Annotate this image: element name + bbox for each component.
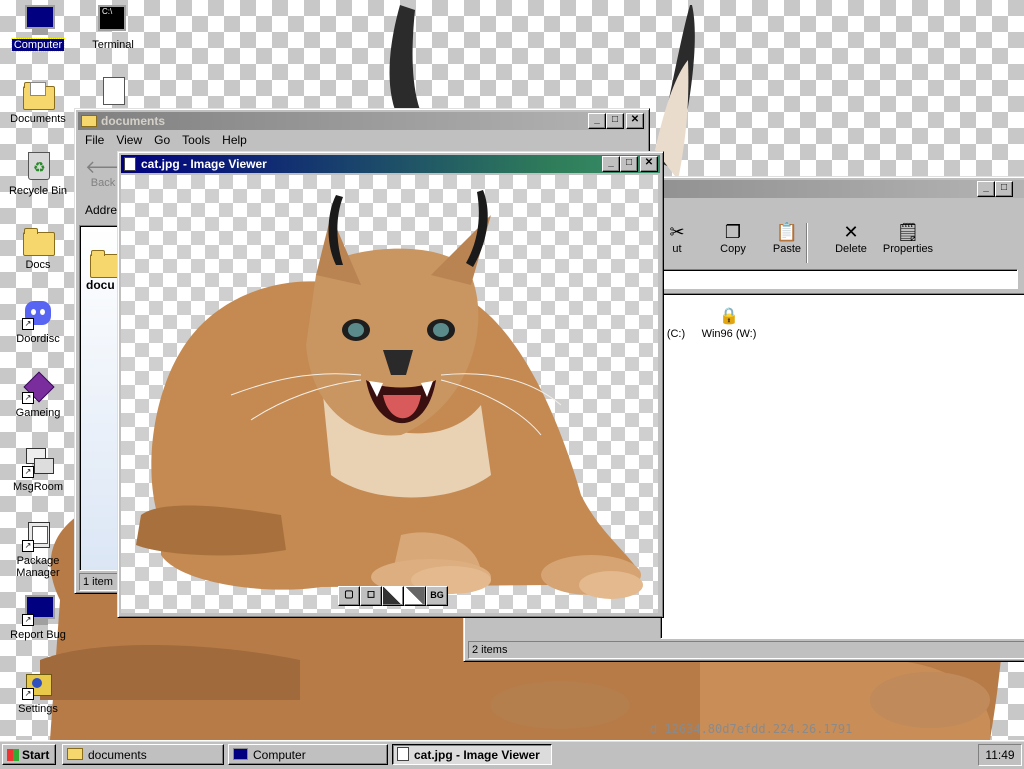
menu-file[interactable]: File: [79, 133, 110, 147]
drive-win96[interactable]: 🔒 Win96 (W:): [699, 306, 759, 340]
lock-drive-icon: 🔒: [719, 308, 739, 325]
folder-small-icon: [81, 115, 97, 127]
build-watermark: d 12634.80d7efdd.224.26.1791: [650, 722, 853, 736]
desktop-icon-label: Gameing: [15, 407, 61, 419]
desktop-icon-package-manager[interactable]: ↗ Package Manager: [2, 520, 74, 579]
properties-button[interactable]: 🗒 Properties: [878, 221, 938, 255]
desktop-icon-label: Settings: [18, 703, 58, 715]
computer-address-field[interactable]: [660, 269, 1018, 289]
documents-icon: [22, 78, 55, 110]
msgroom-icon: ↗: [22, 446, 54, 478]
original-size-icon[interactable]: ◻: [360, 586, 382, 606]
copy-icon: ❐: [724, 222, 742, 242]
desktop-icon-report-bug[interactable]: ↗ Report Bug: [2, 594, 74, 641]
package-icon: ↗: [22, 520, 54, 552]
minimize-button[interactable]: _: [977, 181, 995, 197]
image-viewer-titlebar[interactable]: cat.jpg - Image Viewer _ □ ✕: [121, 155, 660, 173]
drive-icon: [661, 306, 691, 328]
image-file-icon: [397, 747, 409, 761]
task-computer[interactable]: Computer: [228, 744, 388, 765]
desktop-icon-computer[interactable]: Computer: [2, 4, 74, 52]
file-icon: [97, 76, 129, 108]
image-file-icon: [124, 157, 136, 171]
menu-go[interactable]: Go: [148, 133, 176, 147]
back-button[interactable]: 🡐 Back: [85, 157, 134, 189]
desktop-icon-doordisc[interactable]: ↗ Doordisc: [2, 298, 74, 345]
recycle-bin-icon: ♻: [22, 150, 54, 182]
desktop-icon-label: Docs: [25, 259, 51, 271]
delete-icon: ✕: [843, 222, 859, 242]
task-documents[interactable]: documents: [62, 744, 224, 765]
desktop-icon-label: Terminal: [92, 39, 134, 51]
maximize-button[interactable]: □: [995, 181, 1013, 197]
bug-report-icon: ↗: [22, 594, 55, 626]
viewer-controls: ▢ ◻ BG: [338, 586, 448, 606]
desktop-icon-docs[interactable]: Docs: [2, 224, 74, 271]
taskbar: Start documents Computer cat.jpg - Image…: [0, 740, 1024, 769]
start-button[interactable]: Start: [2, 744, 56, 765]
system-clock: 11:49: [978, 744, 1022, 766]
desktop-icon-file[interactable]: [77, 76, 149, 111]
folder-icon: [22, 224, 55, 256]
start-logo-icon: [7, 749, 19, 761]
terminal-icon: C:\: [97, 4, 129, 36]
doordisc-icon: ↗: [22, 298, 54, 330]
desktop-icon-label: Computer: [10, 38, 66, 52]
close-button[interactable]: ✕: [626, 113, 644, 129]
computer-content: (C:) 🔒 Win96 (W:): [660, 293, 1024, 639]
properties-icon: 🗒: [896, 222, 920, 242]
computer-icon: [22, 4, 55, 36]
close-button[interactable]: ✕: [640, 156, 658, 172]
desktop-icon-terminal[interactable]: C:\ Terminal: [77, 4, 149, 51]
checker-light-icon[interactable]: [404, 586, 426, 606]
documents-sidebar: docu: [79, 225, 122, 571]
delete-button[interactable]: ✕ Delete: [824, 221, 878, 255]
desktop-icon-label: Report Bug: [10, 629, 66, 641]
desktop-icon-label: Recycle Bin: [8, 185, 68, 197]
menu-help[interactable]: Help: [216, 133, 253, 147]
documents-titlebar[interactable]: documents _ □ ✕: [78, 112, 646, 130]
image-viewer-title: cat.jpg - Image Viewer: [141, 157, 267, 171]
checker-dark-icon[interactable]: [382, 586, 404, 606]
desktop-icon-recycle-bin[interactable]: ♻ Recycle Bin: [2, 150, 74, 197]
fit-icon[interactable]: ▢: [338, 586, 360, 606]
computer-small-icon: [233, 748, 248, 760]
back-arrow-icon: 🡐: [85, 157, 134, 177]
desktop-icon-label: MsgRoom: [12, 481, 64, 493]
minimize-button[interactable]: _: [602, 156, 620, 172]
maximize-button[interactable]: □: [606, 113, 624, 129]
desktop-icon-label: Documents: [10, 113, 66, 125]
documents-title: documents: [101, 114, 166, 128]
menu-tools[interactable]: Tools: [176, 133, 216, 147]
cube-icon: ↗: [22, 371, 55, 404]
computer-status: 2 items: [468, 641, 1024, 659]
computer-toolbar: ✂ ut ❐ Copy 📋 Paste ✕ Delete 🗒 Properties: [624, 221, 1024, 267]
desktop-icon-gameing[interactable]: ↗ Gameing: [2, 371, 74, 419]
documents-menubar: File View Go Tools Help: [75, 130, 649, 150]
copy-button[interactable]: ❐ Copy: [706, 221, 760, 255]
desktop-icon-msgroom[interactable]: ↗ MsgRoom: [2, 446, 74, 493]
image-canvas: [121, 175, 658, 613]
desktop-icon-settings[interactable]: ↗ Settings: [2, 668, 74, 715]
bg-button[interactable]: BG: [426, 586, 448, 606]
desktop-icon-documents[interactable]: Documents: [2, 78, 74, 125]
folder-small-icon: [67, 748, 83, 760]
image-viewer-window[interactable]: cat.jpg - Image Viewer _ □ ✕ ▢ ◻ BG: [117, 151, 664, 618]
maximize-button[interactable]: □: [620, 156, 638, 172]
cat-image: [136, 190, 643, 599]
settings-icon: ↗: [22, 668, 54, 700]
desktop-icon-label: Doordisc: [16, 333, 60, 345]
minimize-button[interactable]: _: [588, 113, 606, 129]
menu-view[interactable]: View: [110, 133, 148, 147]
drive-c[interactable]: (C:): [661, 306, 691, 340]
task-image-viewer[interactable]: cat.jpg - Image Viewer: [392, 744, 552, 765]
desktop-icon-label: Package Manager: [16, 555, 60, 579]
